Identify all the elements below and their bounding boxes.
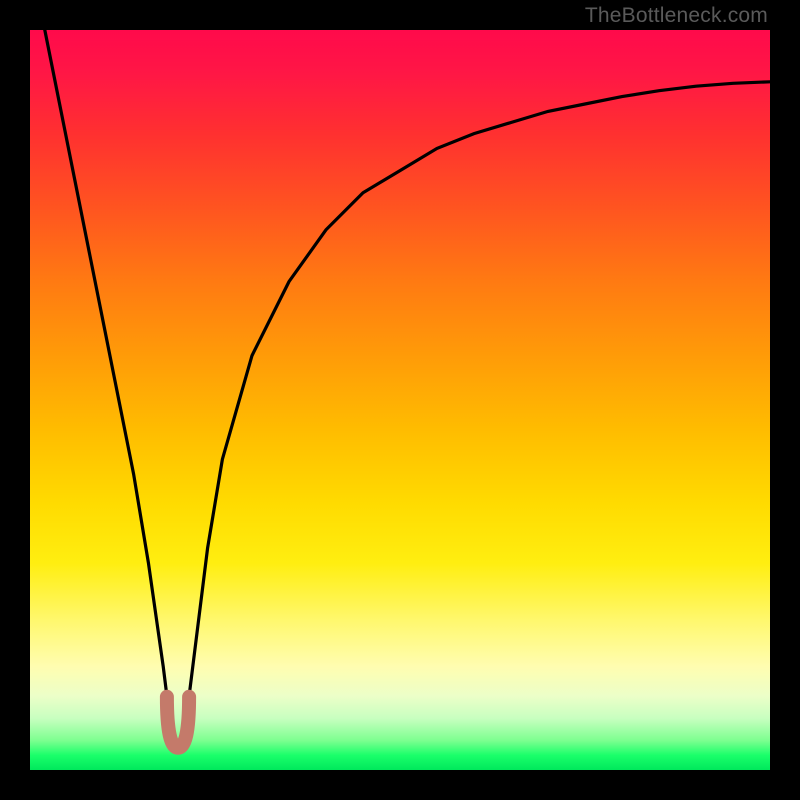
bottleneck-curve — [45, 30, 770, 748]
dip-marker — [167, 697, 189, 748]
plot-area — [30, 30, 770, 770]
outer-frame: TheBottleneck.com — [0, 0, 800, 800]
curve-svg — [30, 30, 770, 770]
watermark-text: TheBottleneck.com — [585, 4, 768, 28]
